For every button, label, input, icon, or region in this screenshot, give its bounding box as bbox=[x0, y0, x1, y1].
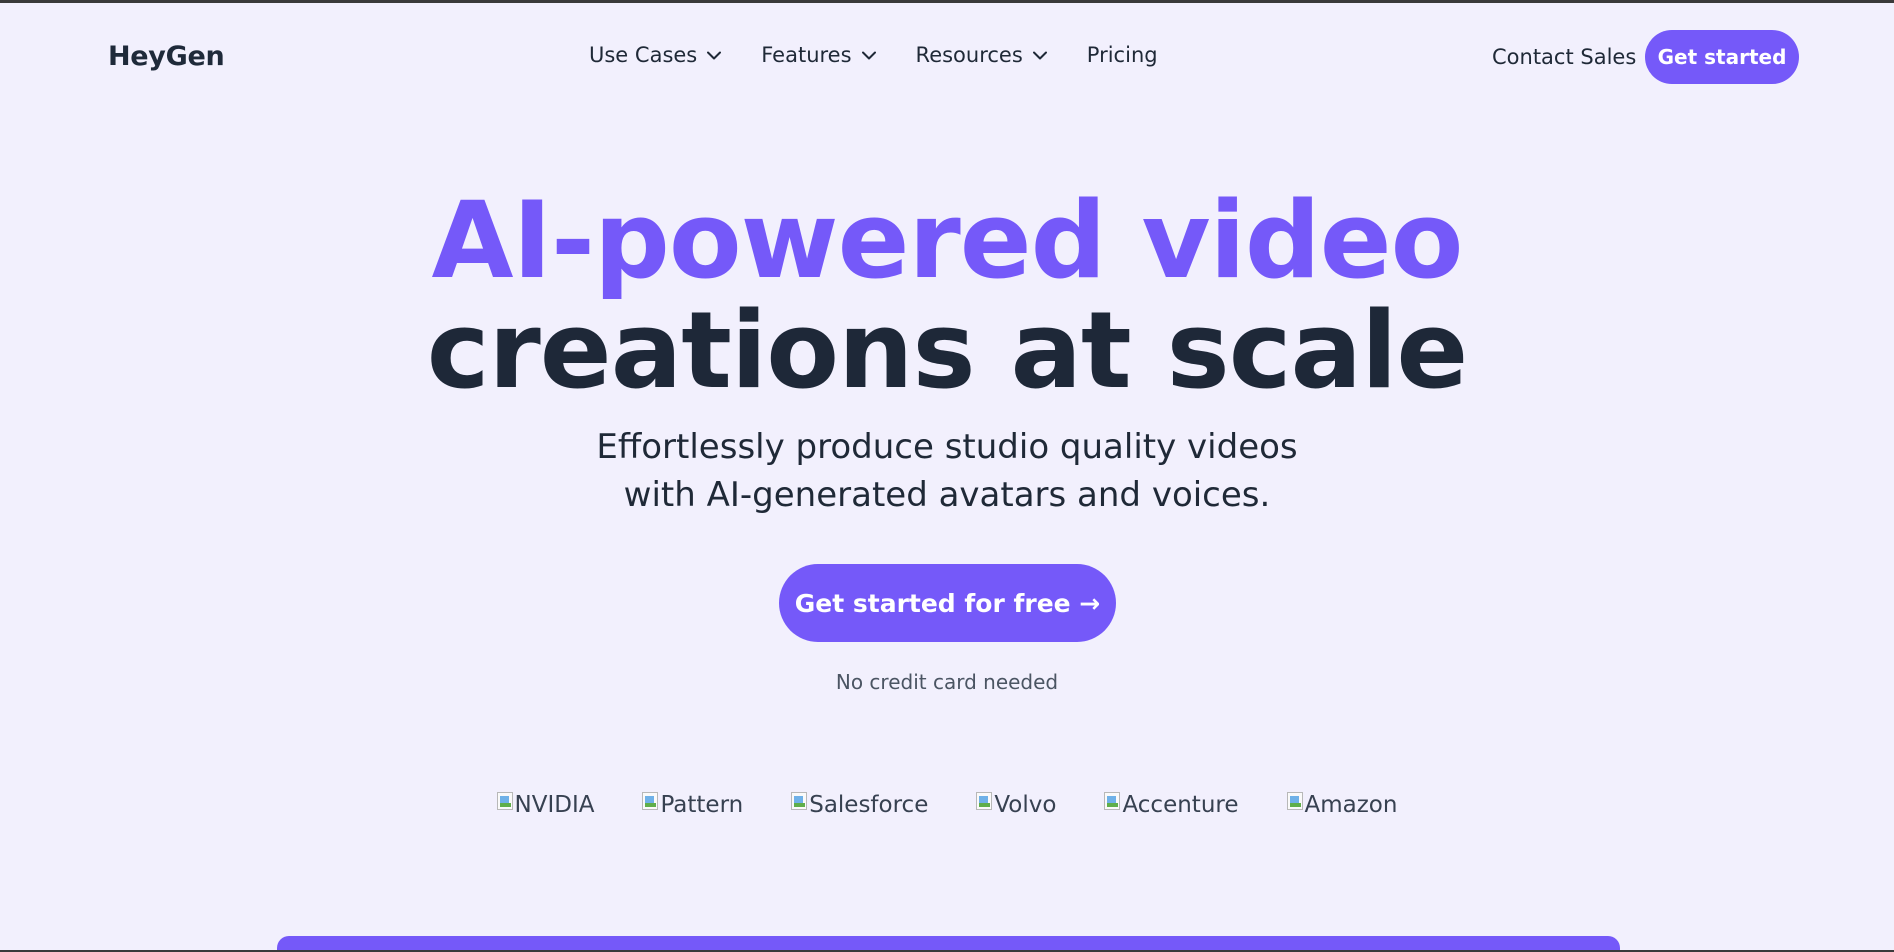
logo-alt-text: Volvo bbox=[994, 792, 1057, 818]
hero-subtitle-line2: with AI-generated avatars and voices. bbox=[623, 475, 1271, 515]
logo-pattern: Pattern bbox=[642, 792, 743, 818]
nav-pricing[interactable]: Pricing bbox=[1087, 43, 1158, 67]
hero-subtitle-line1: Effortlessly produce studio quality vide… bbox=[596, 427, 1298, 467]
broken-image-icon bbox=[976, 792, 993, 810]
hero-title-line1: AI-powered video bbox=[431, 179, 1464, 302]
nav-resources-label: Resources bbox=[915, 43, 1023, 67]
logo-alt-text: Pattern bbox=[660, 792, 744, 818]
nav-features[interactable]: Features bbox=[761, 43, 876, 67]
broken-image-icon bbox=[642, 792, 659, 810]
chevron-down-icon bbox=[1032, 51, 1047, 59]
nav-use-cases-label: Use Cases bbox=[589, 43, 698, 67]
heygen-logo[interactable]: HeyGen bbox=[108, 41, 225, 72]
broken-image-icon bbox=[1286, 792, 1303, 810]
chevron-down-icon bbox=[861, 51, 876, 59]
logo-alt-text: Amazon bbox=[1304, 792, 1398, 818]
logo-accenture: Accenture bbox=[1104, 792, 1239, 818]
nav-use-cases[interactable]: Use Cases bbox=[589, 43, 722, 67]
logo-alt-text: Salesforce bbox=[809, 792, 929, 818]
logo-amazon: Amazon bbox=[1286, 792, 1398, 818]
no-credit-card-note: No credit card needed bbox=[835, 670, 1059, 694]
nav-pricing-label: Pricing bbox=[1086, 43, 1158, 67]
hero-title-line2: creations at scale bbox=[426, 289, 1469, 412]
site-header: HeyGen Use Cases Features Resources Pric… bbox=[0, 3, 1894, 111]
broken-image-icon bbox=[1104, 792, 1121, 810]
logo-alt-text: Accenture bbox=[1122, 792, 1239, 818]
hero-subtitle: Effortlessly produce studio quality vide… bbox=[0, 423, 1894, 519]
logo-salesforce: Salesforce bbox=[791, 792, 928, 818]
nav-resources[interactable]: Resources bbox=[916, 43, 1047, 67]
main-nav: Use Cases Features Resources Pricing bbox=[589, 43, 1158, 67]
logo-volvo: Volvo bbox=[976, 792, 1056, 818]
contact-sales-link[interactable]: Contact Sales bbox=[1492, 45, 1636, 69]
customer-logos: NVIDIA Pattern Salesforce Volvo Accentur… bbox=[0, 792, 1894, 818]
broken-image-icon bbox=[496, 792, 513, 810]
logo-alt-text: NVIDIA bbox=[514, 792, 595, 818]
get-started-button[interactable]: Get started bbox=[1645, 30, 1799, 84]
chevron-down-icon bbox=[707, 51, 722, 59]
nav-features-label: Features bbox=[761, 43, 852, 67]
logo-nvidia: NVIDIA bbox=[496, 792, 595, 818]
get-started-free-button[interactable]: Get started for free → bbox=[779, 564, 1116, 642]
broken-image-icon bbox=[791, 792, 808, 810]
